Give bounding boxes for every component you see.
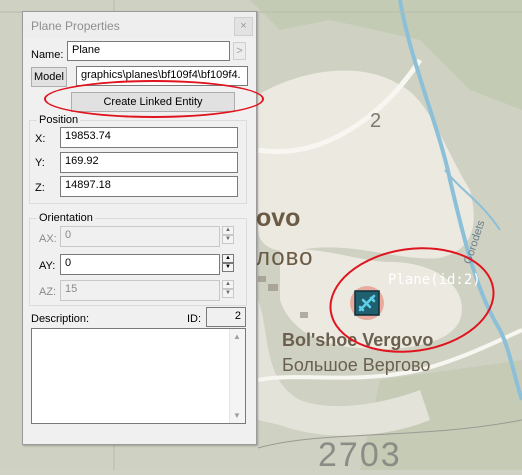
map-label-village-cyrillic: Большое Вергово: [282, 355, 431, 375]
description-textarea[interactable]: ▲ ▼: [31, 328, 246, 424]
orientation-group-title: Orientation: [37, 212, 95, 224]
plane-properties-dialog: Plane Properties × Name: Plane > Model g…: [22, 11, 257, 445]
description-scrollbar[interactable]: ▲ ▼: [229, 329, 245, 423]
map-label-lovo: лово: [256, 244, 314, 271]
scroll-up-icon[interactable]: ▲: [233, 332, 241, 341]
orientation-ay-input[interactable]: 0: [60, 254, 220, 275]
orientation-ay-spinner[interactable]: ▲ ▼: [222, 254, 234, 273]
orientation-ax-spinner[interactable]: ▲ ▼: [222, 226, 234, 245]
position-y-label: Y:: [35, 157, 45, 169]
annotation-ellipse-create-linked-entity: [44, 80, 264, 118]
position-y-input[interactable]: 169.92: [60, 152, 238, 173]
dialog-title: Plane Properties: [31, 19, 120, 33]
map-label-elevation: 2703: [318, 436, 402, 474]
name-label: Name:: [31, 49, 64, 61]
orientation-ax-input[interactable]: 0: [60, 226, 220, 247]
position-z-input[interactable]: 14897.18: [60, 176, 238, 197]
dialog-title-bar[interactable]: Plane Properties ×: [23, 12, 256, 38]
map-label-region-number: 2: [370, 110, 382, 132]
close-button[interactable]: ×: [234, 17, 253, 36]
model-button[interactable]: Model: [31, 67, 67, 87]
name-expand-button[interactable]: >: [233, 42, 246, 60]
orientation-az-spinner[interactable]: ▲ ▼: [222, 280, 234, 299]
orientation-az-label: AZ:: [39, 286, 57, 298]
id-field: 2: [206, 307, 246, 327]
position-z-label: Z:: [35, 182, 45, 194]
position-x-label: X:: [35, 133, 46, 145]
position-group-title: Position: [37, 114, 81, 126]
orientation-az-input[interactable]: 15: [60, 280, 220, 301]
position-x-input[interactable]: 19853.74: [60, 127, 238, 148]
scroll-down-icon[interactable]: ▼: [233, 411, 241, 420]
close-icon: ×: [240, 20, 247, 32]
map-label-ovo: ovo: [256, 204, 301, 232]
description-label: Description:: [31, 313, 90, 325]
id-label: ID:: [187, 313, 202, 325]
orientation-ax-label: AX:: [39, 233, 57, 245]
orientation-ay-label: AY:: [39, 260, 56, 272]
name-input[interactable]: Plane: [67, 41, 230, 61]
